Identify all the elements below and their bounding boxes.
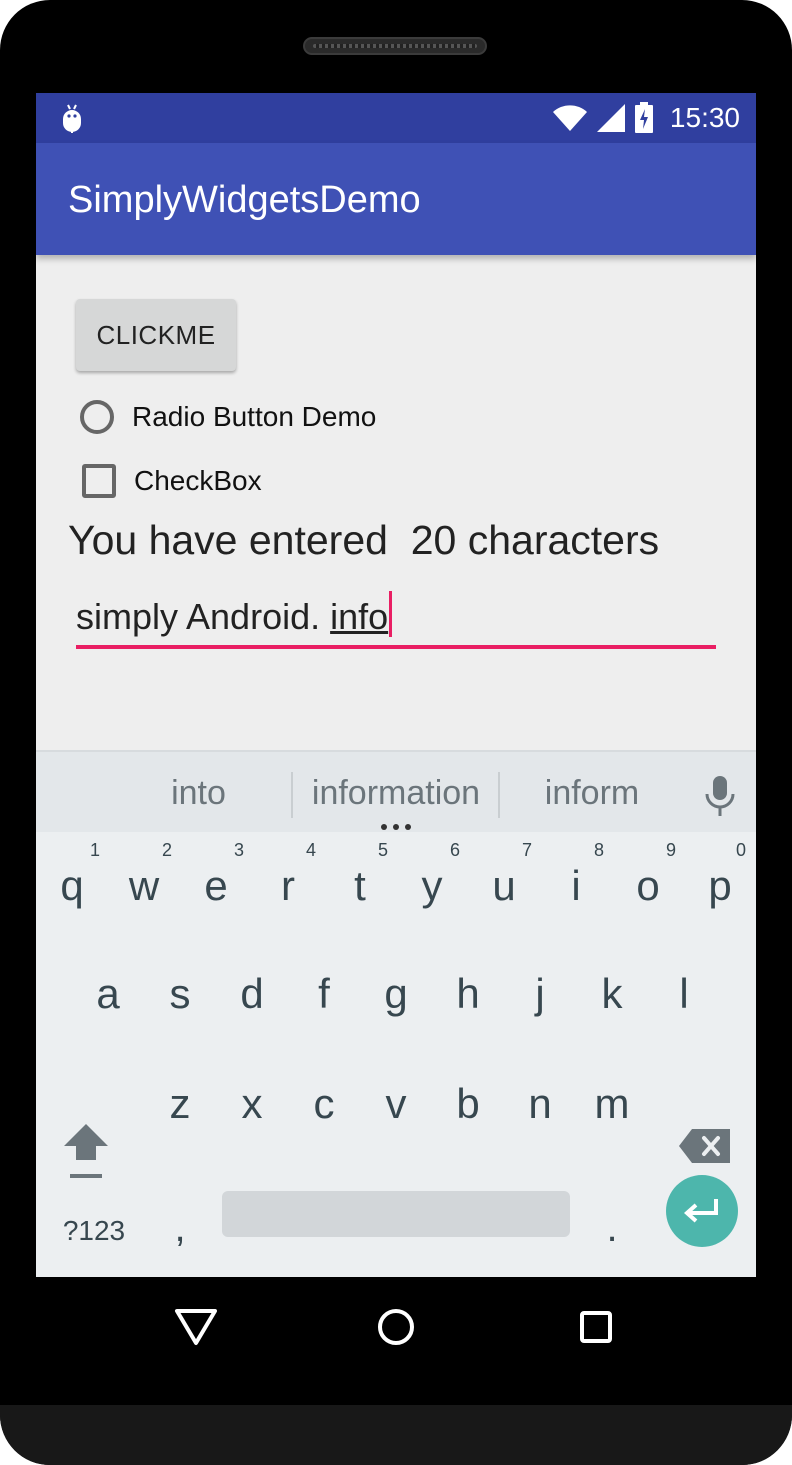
checkbox-label: CheckBox [134,465,262,496]
wifi-icon [552,105,587,131]
suggestion-divider [291,772,293,818]
suggestion-strip: into information inform [36,750,756,832]
key-k[interactable]: k [576,964,648,1024]
suggestion-1[interactable]: information [306,752,486,834]
period-key[interactable]: . [588,1198,636,1258]
status-bar: 15:30 [36,93,756,143]
key-hint-r: 4 [306,840,317,860]
key-s[interactable]: s [144,964,216,1024]
key-q[interactable]: q [36,856,108,916]
radio-button-demo[interactable]: Radio Button Demo [80,395,376,439]
key-hint-o: 9 [666,840,677,860]
key-w[interactable]: w [108,856,180,916]
main-content: CLICKME Radio Button Demo CheckBox You h… [36,255,756,750]
key-o[interactable]: o [612,856,684,916]
key-a[interactable]: a [72,964,144,1024]
status-icons: 15:30 [552,101,740,135]
key-z[interactable]: z [144,1074,216,1134]
key-m[interactable]: m [576,1074,648,1134]
soft-keyboard: into information inform q 1 w 2 e 3 r 4 … [36,750,756,1277]
clickme-button[interactable]: CLICKME [76,299,236,371]
text-input-field[interactable]: simply Android. info [76,591,716,649]
app-bar: SimplyWidgetsDemo [36,143,756,255]
shift-icon[interactable] [58,1120,114,1184]
recents-button[interactable] [572,1303,620,1351]
key-hint-q: 1 [90,840,101,860]
radio-label: Radio Button Demo [132,401,377,432]
recents-icon [580,1311,612,1343]
back-button[interactable] [172,1303,220,1351]
microphone-icon[interactable] [700,774,740,818]
cell-signal-icon [596,104,625,132]
key-g[interactable]: g [360,964,432,1024]
key-v[interactable]: v [360,1074,432,1134]
character-counter-text: You have entered 20 characters [68,517,660,563]
key-hint-w: 2 [162,840,173,860]
key-hint-e: 3 [234,840,245,860]
key-e[interactable]: e [180,856,252,916]
comma-key[interactable]: , [156,1198,204,1258]
key-hint-y: 6 [450,840,461,860]
key-d[interactable]: d [216,964,288,1024]
key-r[interactable]: r [252,856,324,916]
enter-icon [683,1199,718,1223]
key-h[interactable]: h [432,964,504,1024]
key-j[interactable]: j [504,964,576,1024]
input-text-committed: simply Android. [76,596,331,637]
status-time: 15:30 [669,102,740,133]
suggestion-divider [498,772,500,818]
phone-frame: 15:30 SimplyWidgetsDemo CLICKME Radio Bu… [0,0,792,1465]
input-text[interactable]: simply Android. info [76,591,393,638]
key-b[interactable]: b [432,1074,504,1134]
home-icon [378,1309,414,1345]
more-suggestions-icon[interactable] [381,824,411,830]
enter-key[interactable] [666,1175,738,1247]
text-cursor [389,591,393,637]
key-y[interactable]: y [396,856,468,916]
checkbox-row[interactable]: CheckBox [80,459,262,503]
suggestion-0[interactable]: into [126,752,271,834]
key-n[interactable]: n [504,1074,576,1134]
checkbox[interactable] [82,464,116,498]
home-button[interactable] [372,1303,420,1351]
key-l[interactable]: l [648,964,720,1024]
backspace-icon[interactable] [678,1128,732,1164]
symbols-key[interactable]: ?123 [54,1208,134,1254]
key-x[interactable]: x [216,1074,288,1134]
suggestion-2[interactable]: inform [516,752,668,834]
key-hint-u: 7 [522,840,533,860]
key-p[interactable]: p [684,856,756,916]
key-f[interactable]: f [288,964,360,1024]
radio-circle[interactable] [80,400,114,434]
key-c[interactable]: c [288,1074,360,1134]
battery-charging-icon [634,102,653,133]
app-title: SimplyWidgetsDemo [68,179,421,221]
back-icon [175,1309,217,1345]
key-i[interactable]: i [540,856,612,916]
key-hint-i: 8 [594,840,605,860]
navigation-bar [36,1277,756,1373]
android-debug-icon [63,104,81,133]
key-t[interactable]: t [324,856,396,916]
space-bar[interactable] [222,1191,570,1237]
earpiece-speaker [303,37,487,55]
input-text-composing: info [330,596,389,637]
key-u[interactable]: u [468,856,540,916]
key-hint-p: 0 [736,840,747,860]
key-hint-t: 5 [378,840,389,860]
screen: 15:30 SimplyWidgetsDemo CLICKME Radio Bu… [36,93,756,1277]
phone-bottom-bezel [0,1405,792,1465]
